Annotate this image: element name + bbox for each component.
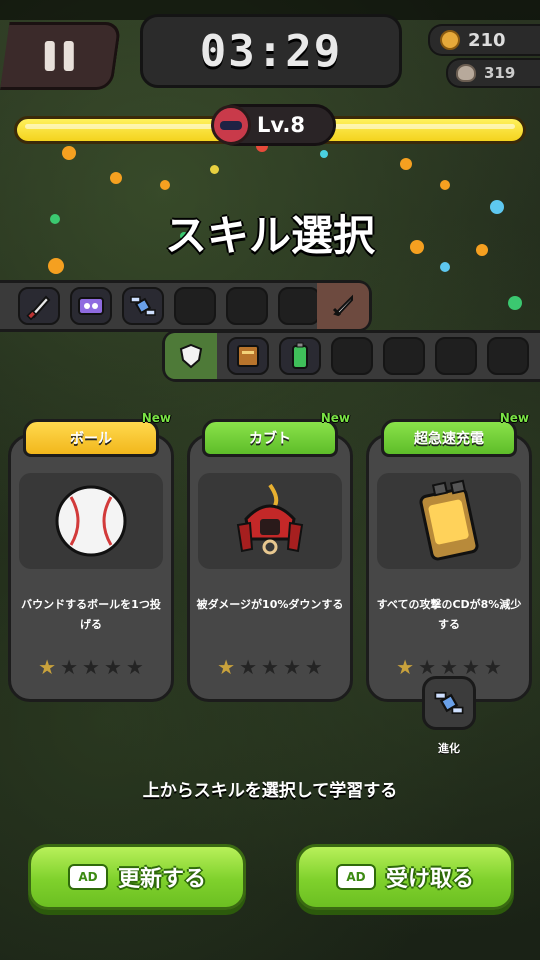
skill-image bbox=[377, 473, 521, 569]
instruction-text: 上からスキルを選択して学習する bbox=[142, 781, 398, 801]
samurai-helmet-icon bbox=[236, 483, 304, 555]
empty-passive-slot bbox=[331, 337, 373, 375]
star-empty-icon: ★ bbox=[82, 655, 100, 679]
card-title: カブト bbox=[202, 419, 338, 457]
skill-description: バウンドするボールを1つ投げる bbox=[21, 598, 161, 631]
refresh-button[interactable]: AD 更新する bbox=[28, 844, 246, 910]
level-badge: Lv.8 bbox=[211, 104, 336, 146]
kill-counter: 319 bbox=[446, 58, 540, 88]
star-empty-icon: ★ bbox=[60, 655, 79, 679]
receive-button[interactable]: AD 受け取る bbox=[296, 844, 514, 910]
passive-slot-bar bbox=[162, 330, 540, 382]
star-empty-icon: ★ bbox=[103, 655, 122, 679]
empty-passive-slot bbox=[487, 337, 529, 375]
skill-card-fast-charge[interactable]: 超急速充電 New すべての攻撃のCDが8%減少する ★ ★ ★ ★ ★ bbox=[366, 411, 532, 702]
baseball-icon bbox=[55, 485, 127, 557]
skill-card-helmet[interactable]: カブト New 被ダメージが10%ダウンする ★ ★ ★ ★ ★ bbox=[187, 411, 353, 702]
empty-passive-slot bbox=[435, 337, 477, 375]
new-badge: New bbox=[499, 411, 529, 425]
star-empty-icon: ★ bbox=[304, 655, 323, 679]
drone-icon bbox=[434, 691, 464, 715]
card-title: ボール bbox=[23, 419, 159, 457]
tape-icon bbox=[70, 287, 112, 325]
skill-description: すべての攻撃のCDが8%減少する bbox=[376, 598, 522, 631]
ad-video-icon: AD bbox=[335, 864, 376, 890]
knife-icon bbox=[18, 287, 60, 325]
battery-icon bbox=[279, 337, 321, 375]
drone-icon bbox=[122, 287, 164, 325]
empty-passive-slot bbox=[383, 337, 425, 375]
weapon-slot-bar bbox=[0, 280, 372, 332]
star-rating: ★ ★ ★ ★ ★ bbox=[369, 657, 529, 677]
receive-label: 受け取る bbox=[385, 867, 474, 892]
pause-icon bbox=[44, 41, 74, 71]
ad-video-icon: AD bbox=[67, 864, 108, 890]
star-empty-icon: ★ bbox=[125, 655, 144, 679]
star-empty-icon: ★ bbox=[239, 655, 258, 679]
skill-description: 被ダメージが10%ダウンする bbox=[196, 598, 344, 611]
coin-count: 210 bbox=[468, 29, 506, 51]
star-rating: ★ ★ ★ ★ ★ bbox=[11, 657, 171, 677]
empty-weapon-slot bbox=[226, 287, 268, 325]
star-filled-icon: ★ bbox=[217, 655, 236, 679]
coin-icon bbox=[440, 30, 460, 50]
coin-counter: 210 bbox=[428, 24, 540, 56]
battery-icon bbox=[419, 479, 479, 561]
pause-button[interactable] bbox=[0, 22, 122, 90]
empty-weapon-slot bbox=[174, 287, 216, 325]
empty-weapon-slot bbox=[278, 287, 320, 325]
star-empty-icon: ★ bbox=[483, 655, 502, 679]
skill-image bbox=[19, 473, 163, 569]
kill-count: 319 bbox=[484, 64, 516, 82]
star-empty-icon: ★ bbox=[418, 655, 437, 679]
new-badge: New bbox=[320, 411, 350, 425]
ninja-avatar-icon bbox=[211, 105, 251, 145]
page-title: スキル選択 bbox=[164, 211, 375, 260]
star-empty-icon: ★ bbox=[461, 655, 480, 679]
skull-icon bbox=[456, 64, 476, 82]
star-filled-icon: ★ bbox=[38, 655, 57, 679]
book-icon bbox=[227, 337, 269, 375]
game-timer: 03:29 bbox=[140, 14, 402, 88]
skill-image bbox=[198, 473, 342, 569]
star-filled-icon: ★ bbox=[396, 655, 415, 679]
evolve-badge bbox=[422, 676, 476, 730]
star-empty-icon: ★ bbox=[440, 655, 458, 679]
level-text: Lv.8 bbox=[257, 113, 305, 137]
star-empty-icon: ★ bbox=[261, 655, 279, 679]
new-badge: New bbox=[141, 411, 171, 425]
evolve-label: 進化 bbox=[438, 742, 460, 755]
sword-icon bbox=[317, 283, 369, 329]
refresh-label: 更新する bbox=[117, 867, 206, 892]
star-rating: ★ ★ ★ ★ ★ bbox=[190, 657, 350, 677]
star-empty-icon: ★ bbox=[282, 655, 301, 679]
skill-card-ball[interactable]: ボール New バウンドするボールを1つ投げる ★ ★ ★ ★ ★ bbox=[8, 411, 174, 702]
card-title: 超急速充電 bbox=[381, 419, 517, 457]
shield-icon bbox=[165, 333, 217, 379]
